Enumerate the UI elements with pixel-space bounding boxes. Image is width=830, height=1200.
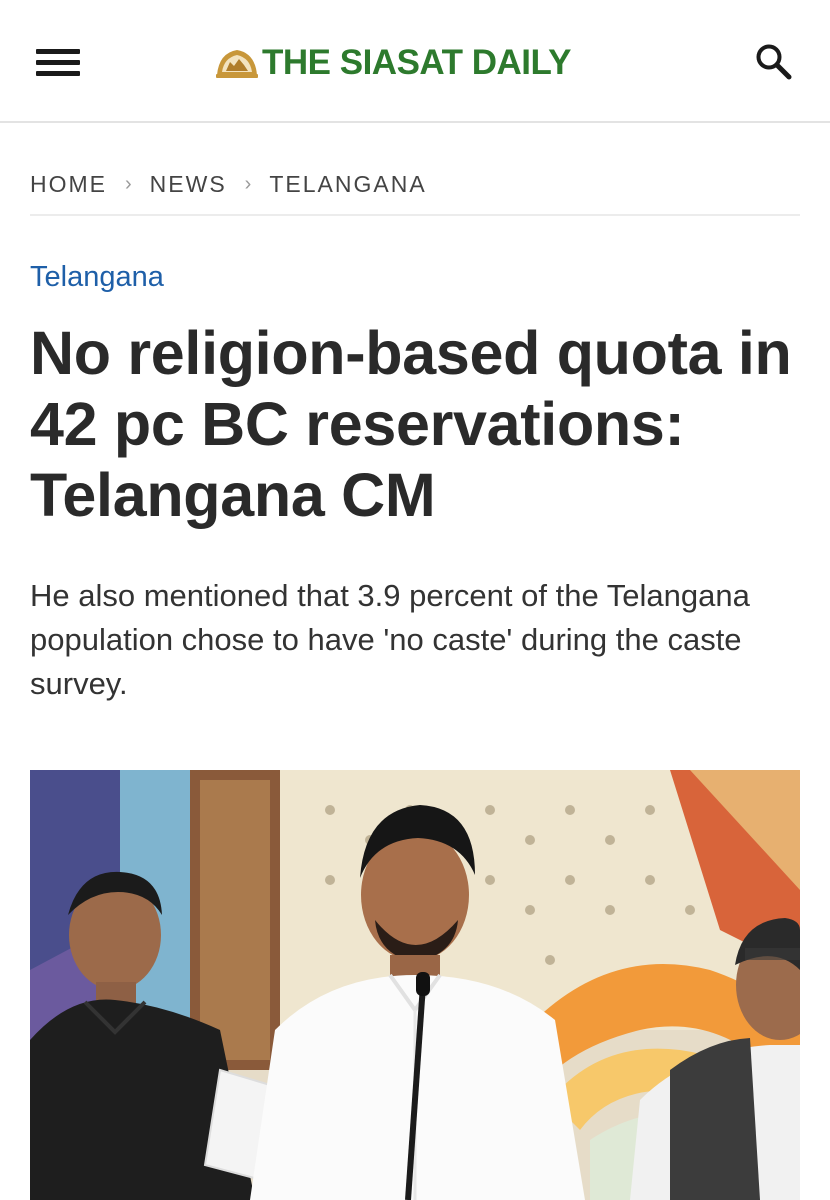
hamburger-menu-icon[interactable]: [36, 44, 82, 78]
breadcrumb-home[interactable]: HOME: [30, 168, 107, 200]
article-category-link[interactable]: Telangana: [30, 257, 164, 297]
site-header: THE SIASAT DAILY: [0, 0, 830, 123]
search-icon-glyph: [756, 44, 792, 80]
breadcrumb-telangana[interactable]: TELANGANA: [269, 168, 426, 200]
article-hero-image[interactable]: [30, 770, 800, 1200]
chevron-right-icon: ›: [125, 173, 132, 195]
chevron-right-icon: ›: [244, 173, 252, 195]
menu-line: [36, 49, 80, 54]
logo-emblem-icon: [216, 50, 258, 78]
logo-text: THE SIASAT DAILY: [262, 43, 571, 82]
article-subtitle: He also mentioned that 3.9 percent of th…: [30, 578, 750, 701]
search-icon[interactable]: [754, 42, 794, 82]
article-headline: No religion-based quota in 42 pc BC rese…: [30, 319, 792, 529]
breadcrumb: HOME › NEWS › TELANGANA: [30, 168, 800, 216]
menu-line: [36, 60, 80, 65]
press-conference-photo: [30, 770, 800, 1200]
menu-line: [36, 71, 80, 76]
site-logo[interactable]: THE SIASAT DAILY: [214, 40, 571, 86]
breadcrumb-news[interactable]: NEWS: [150, 168, 227, 200]
